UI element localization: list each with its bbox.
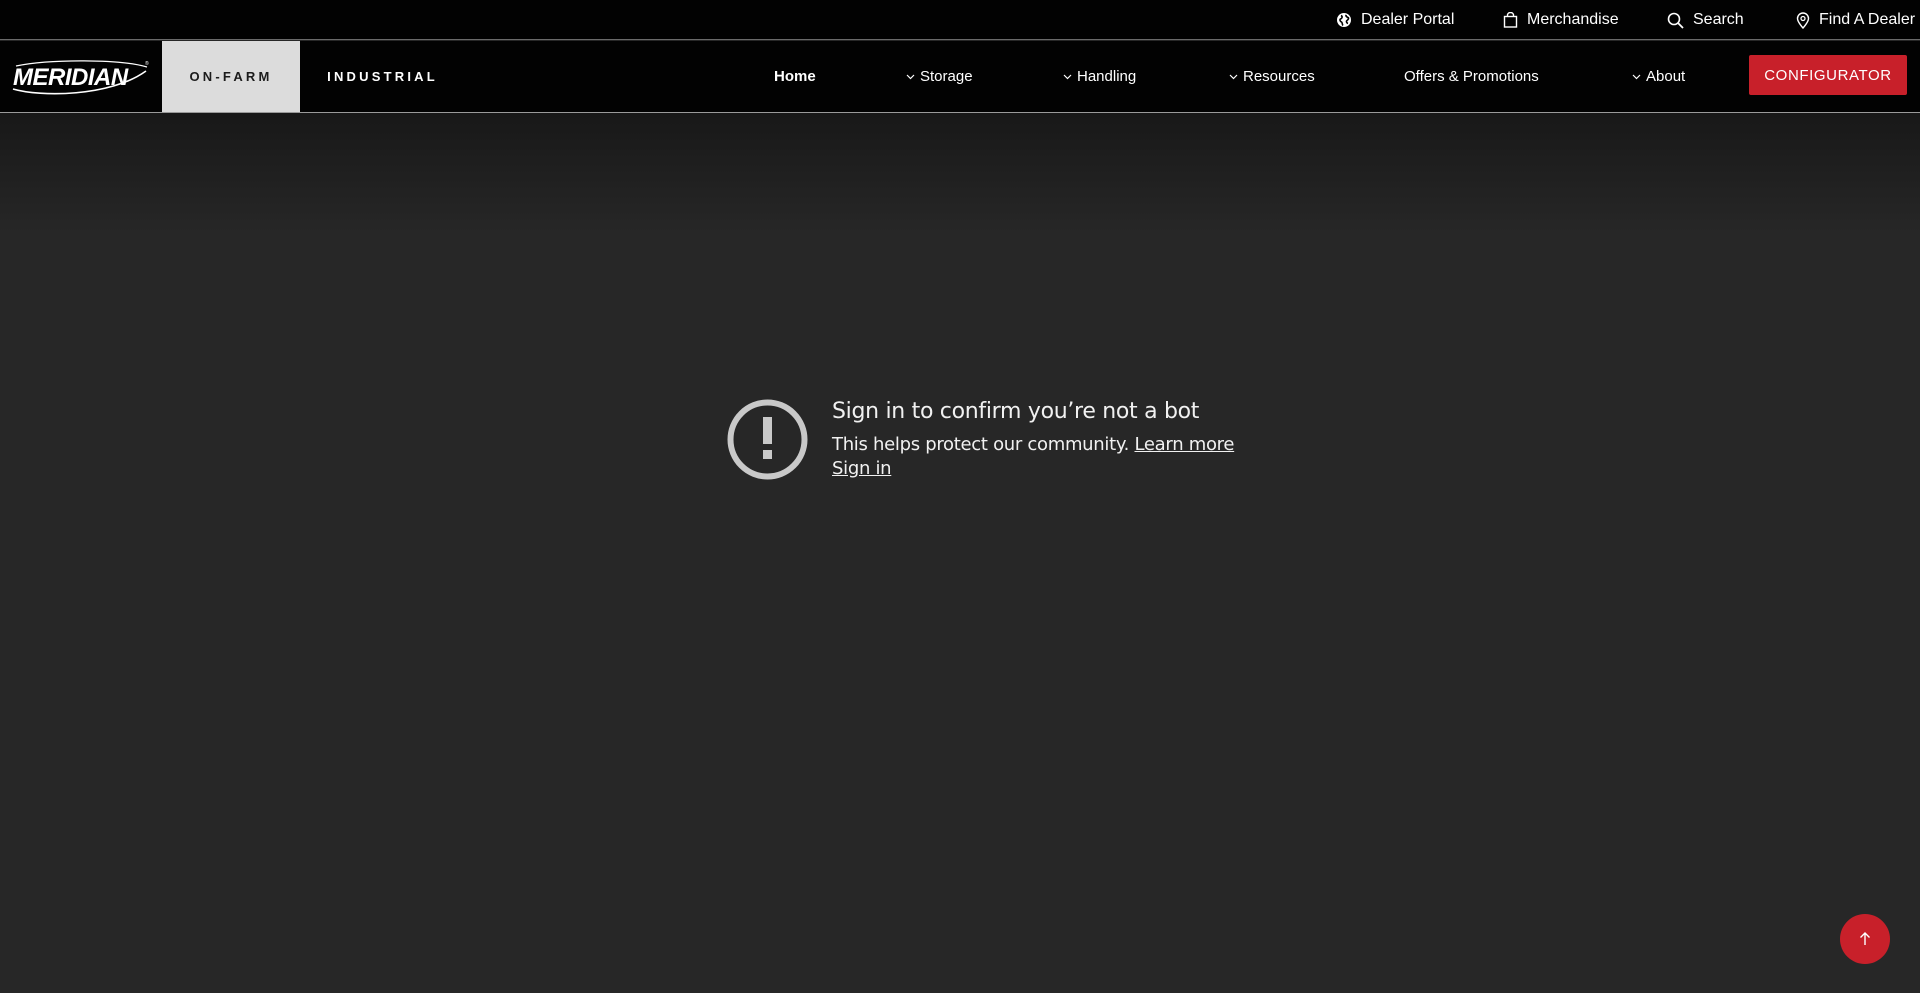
merchandise-label: Merchandise: [1527, 11, 1619, 28]
configurator-button[interactable]: CONFIGURATOR: [1749, 55, 1907, 95]
nav-item-about[interactable]: About: [1632, 41, 1685, 112]
nav-item-resources[interactable]: Resources: [1229, 41, 1315, 112]
nav-item-handling[interactable]: Handling: [1063, 41, 1136, 112]
nav-item-label: Storage: [920, 68, 973, 85]
main-nav: MERIDIAN ® ON-FARM INDUSTRIAL Home Stora…: [0, 41, 1920, 113]
nav-item-home[interactable]: Home: [774, 41, 816, 112]
find-dealer-link[interactable]: Find A Dealer: [1796, 9, 1915, 31]
find-dealer-label: Find A Dealer: [1819, 11, 1916, 28]
search-link[interactable]: Search: [1667, 9, 1744, 31]
learn-more-link[interactable]: Learn more: [1135, 434, 1235, 455]
nav-item-offers[interactable]: Offers & Promotions: [1404, 41, 1539, 112]
exclamation-circle-icon: [727, 399, 808, 480]
utility-bar: Dealer Portal Merchandise Search Find A …: [0, 0, 1920, 40]
search-icon: [1667, 12, 1684, 29]
back-to-top-button[interactable]: [1840, 914, 1890, 964]
segment-tab-on-farm[interactable]: ON-FARM: [162, 41, 300, 112]
meridian-logo[interactable]: MERIDIAN ®: [10, 57, 150, 97]
segment-tab-industrial[interactable]: INDUSTRIAL: [300, 41, 465, 112]
nav-item-label: Resources: [1243, 68, 1315, 85]
main-content: [0, 113, 1920, 993]
dealer-portal-link[interactable]: Dealer Portal: [1336, 9, 1454, 31]
globe-icon: [1337, 13, 1351, 27]
nav-item-label: Handling: [1077, 68, 1137, 85]
chevron-down-icon: [1063, 74, 1072, 79]
merchandise-link[interactable]: Merchandise: [1503, 9, 1619, 31]
chevron-down-icon: [1632, 74, 1641, 79]
notice-description: This helps protect our community. Learn …: [832, 434, 1234, 455]
nav-item-label: Offers & Promotions: [1404, 68, 1539, 85]
nav-item-label: About: [1646, 68, 1686, 85]
nav-item-label: Home: [774, 68, 816, 85]
nav-item-storage[interactable]: Storage: [906, 41, 973, 112]
search-label: Search: [1693, 11, 1744, 28]
meridian-logo-mark: MERIDIAN ®: [12, 60, 149, 95]
dealer-portal-label: Dealer Portal: [1361, 11, 1455, 28]
chevron-down-icon: [1229, 74, 1238, 79]
notice-title: Sign in to confirm you’re not a bot: [832, 399, 1200, 424]
svg-text:MERIDIAN: MERIDIAN: [13, 64, 129, 91]
shopping-bag-icon: [1503, 12, 1518, 28]
bot-check-notice: Sign in to confirm you’re not a bot This…: [727, 399, 1247, 489]
sign-in-link[interactable]: Sign in: [832, 458, 892, 479]
chevron-down-icon: [906, 74, 915, 79]
map-pin-icon: [1796, 11, 1810, 29]
arrow-up-icon: [1860, 932, 1870, 945]
notice-description-text: This helps protect our community.: [832, 434, 1130, 455]
svg-text:®: ®: [145, 60, 149, 67]
